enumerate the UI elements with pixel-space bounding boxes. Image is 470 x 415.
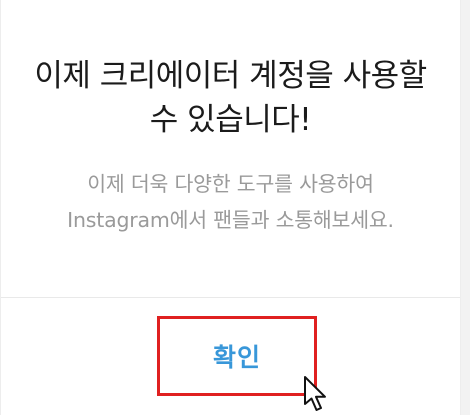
- dialog-divider: [1, 297, 460, 298]
- dialog-title-line-1: 이제 크리에이터 계정을 사용할: [34, 58, 427, 94]
- confirm-button-label: 확인: [212, 343, 261, 372]
- screen: 이제 크리에이터 계정을 사용할 수 있습니다! 이제 더욱 다양한 도구를 사…: [0, 0, 470, 415]
- dialog-title: 이제 크리에이터 계정을 사용할 수 있습니다!: [9, 54, 452, 142]
- dialog-message-line-2: Instagram에서 팬들과 소통해보세요.: [67, 208, 394, 232]
- dialog-title-line-2: 수 있습니다!: [149, 102, 312, 138]
- mouse-pointer-icon: [304, 376, 326, 411]
- account-switch-dialog: 이제 크리에이터 계정을 사용할 수 있습니다! 이제 더욱 다양한 도구를 사…: [1, 0, 460, 415]
- dialog-message: 이제 더욱 다양한 도구를 사용하여 Instagram에서 팬들과 소통해보세…: [9, 166, 452, 238]
- dialog-message-line-1: 이제 더욱 다양한 도구를 사용하여: [87, 172, 374, 196]
- confirm-button[interactable]: 확인: [157, 316, 317, 396]
